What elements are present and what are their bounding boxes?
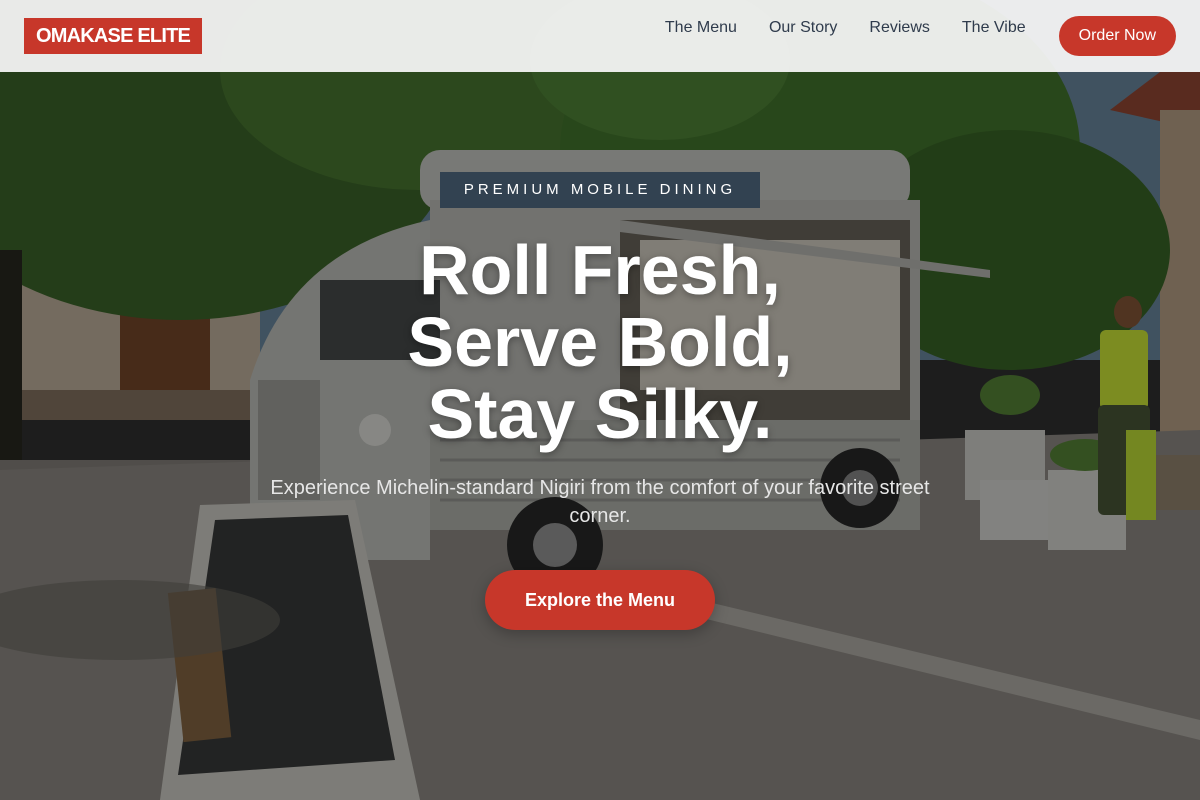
headline-line-3: Stay Silky. — [427, 375, 773, 453]
headline-line-1: Roll Fresh, — [419, 231, 781, 309]
brand-logo[interactable]: OMAKASE ELITE — [24, 18, 203, 54]
nav-right: The Menu Our Story Reviews The Vibe Orde… — [665, 16, 1176, 56]
main-nav: The Menu Our Story Reviews The Vibe — [665, 19, 1026, 37]
nav-link-reviews[interactable]: Reviews — [869, 19, 929, 37]
nav-link-the-vibe[interactable]: The Vibe — [962, 19, 1026, 37]
headline-line-2: Serve Bold, — [407, 303, 793, 381]
hero-section: PREMIUM MOBILE DINING Roll Fresh, Serve … — [0, 172, 1200, 630]
order-now-button[interactable]: Order Now — [1058, 16, 1176, 56]
hero-eyebrow-badge: PREMIUM MOBILE DINING — [439, 172, 761, 208]
hero-subtitle: Experience Michelin-standard Nigiri from… — [270, 477, 930, 527]
nav-link-the-menu[interactable]: The Menu — [665, 19, 737, 37]
explore-menu-button[interactable]: Explore the Menu — [485, 570, 715, 630]
hero-headline: Roll Fresh, Serve Bold, Stay Silky. — [407, 234, 792, 450]
nav-link-our-story[interactable]: Our Story — [769, 19, 837, 37]
site-header: OMAKASE ELITE The Menu Our Story Reviews… — [0, 0, 1200, 72]
